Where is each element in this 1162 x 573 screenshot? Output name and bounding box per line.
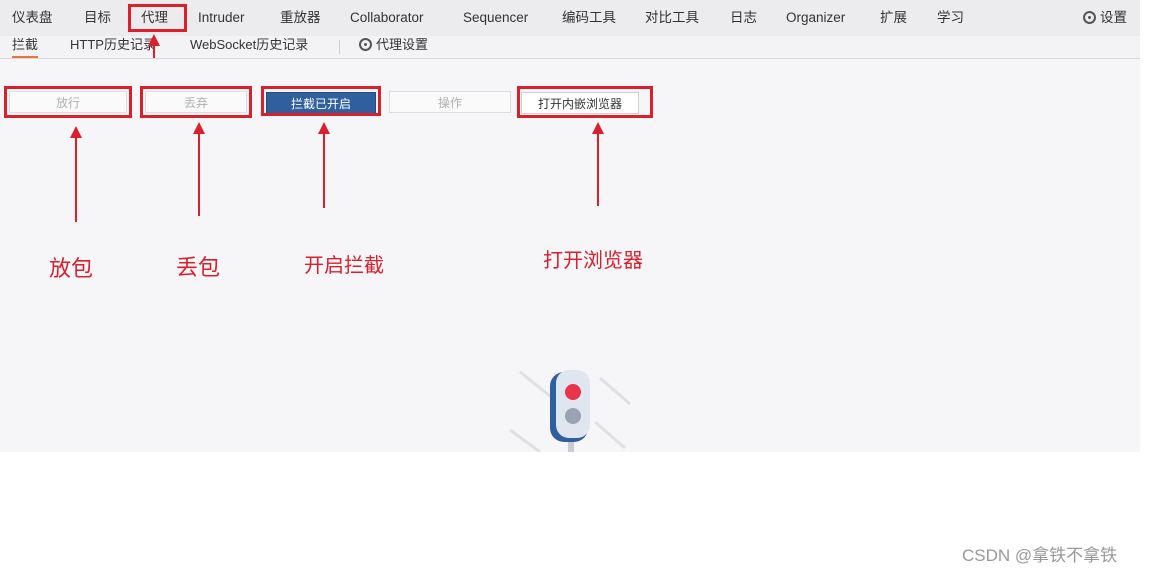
tab-collaborator[interactable]: Collaborator — [350, 0, 424, 36]
burp-window: 仪表盘 目标 代理 Intruder 重放器 Collaborator Sequ… — [0, 0, 1140, 452]
tab-target[interactable]: 目标 — [84, 0, 111, 36]
arrow-drop — [193, 122, 205, 216]
subtab-http-history[interactable]: HTTP历史记录 — [70, 36, 156, 56]
annotation-intercept: 开启拦截 — [304, 255, 384, 277]
annotation-forward: 放包 — [49, 256, 94, 281]
green-light-icon — [565, 408, 581, 424]
highlight-intercept-button — [261, 86, 381, 116]
tab-extensions[interactable]: 扩展 — [880, 0, 907, 36]
tab-repeater[interactable]: 重放器 — [280, 0, 321, 36]
proxy-subnav: 拦截 HTTP历史记录 WebSocket历史记录 代理设置 — [0, 36, 1140, 59]
decor-line — [599, 376, 631, 406]
gear-icon — [359, 38, 372, 51]
traffic-light-illustration — [509, 370, 631, 452]
tab-decoder[interactable]: 编码工具 — [562, 0, 616, 36]
subnav-divider — [339, 40, 340, 54]
tab-dashboard[interactable]: 仪表盘 — [12, 0, 53, 36]
proxy-settings-button[interactable]: 代理设置 — [359, 36, 428, 56]
tab-comparer[interactable]: 对比工具 — [645, 0, 699, 36]
subtab-intercept[interactable]: 拦截 — [12, 36, 39, 58]
highlight-browser-button — [517, 86, 653, 118]
arrow-browser — [592, 122, 604, 206]
highlight-proxy-tab — [128, 4, 187, 32]
annotation-browser: 打开浏览器 — [543, 250, 643, 272]
arrow-intercept — [318, 122, 330, 208]
gear-icon — [1083, 11, 1096, 24]
subtab-websocket-history[interactable]: WebSocket历史记录 — [190, 36, 308, 56]
proxy-settings-label: 代理设置 — [376, 37, 429, 52]
tab-organizer[interactable]: Organizer — [786, 0, 845, 36]
settings-button[interactable]: 设置 — [1083, 0, 1127, 36]
highlight-drop-button — [140, 86, 252, 118]
decor-line — [519, 370, 556, 402]
decor-line — [594, 420, 626, 450]
action-button[interactable]: 操作 — [389, 91, 511, 113]
annotation-drop: 丢包 — [176, 255, 221, 280]
arrow-forward — [70, 126, 82, 222]
highlight-forward-button — [4, 86, 132, 118]
tab-learn[interactable]: 学习 — [937, 0, 964, 36]
tab-sequencer[interactable]: Sequencer — [463, 0, 528, 36]
decor-line — [509, 428, 541, 452]
tab-logger[interactable]: 日志 — [730, 0, 757, 36]
red-light-icon — [565, 384, 581, 400]
tab-intruder[interactable]: Intruder — [198, 0, 245, 36]
arrow-to-proxy-tab — [148, 34, 160, 58]
settings-label: 设置 — [1100, 10, 1127, 25]
traffic-light-face — [556, 370, 590, 438]
watermark: CSDN @拿铁不拿铁 — [962, 546, 1118, 565]
